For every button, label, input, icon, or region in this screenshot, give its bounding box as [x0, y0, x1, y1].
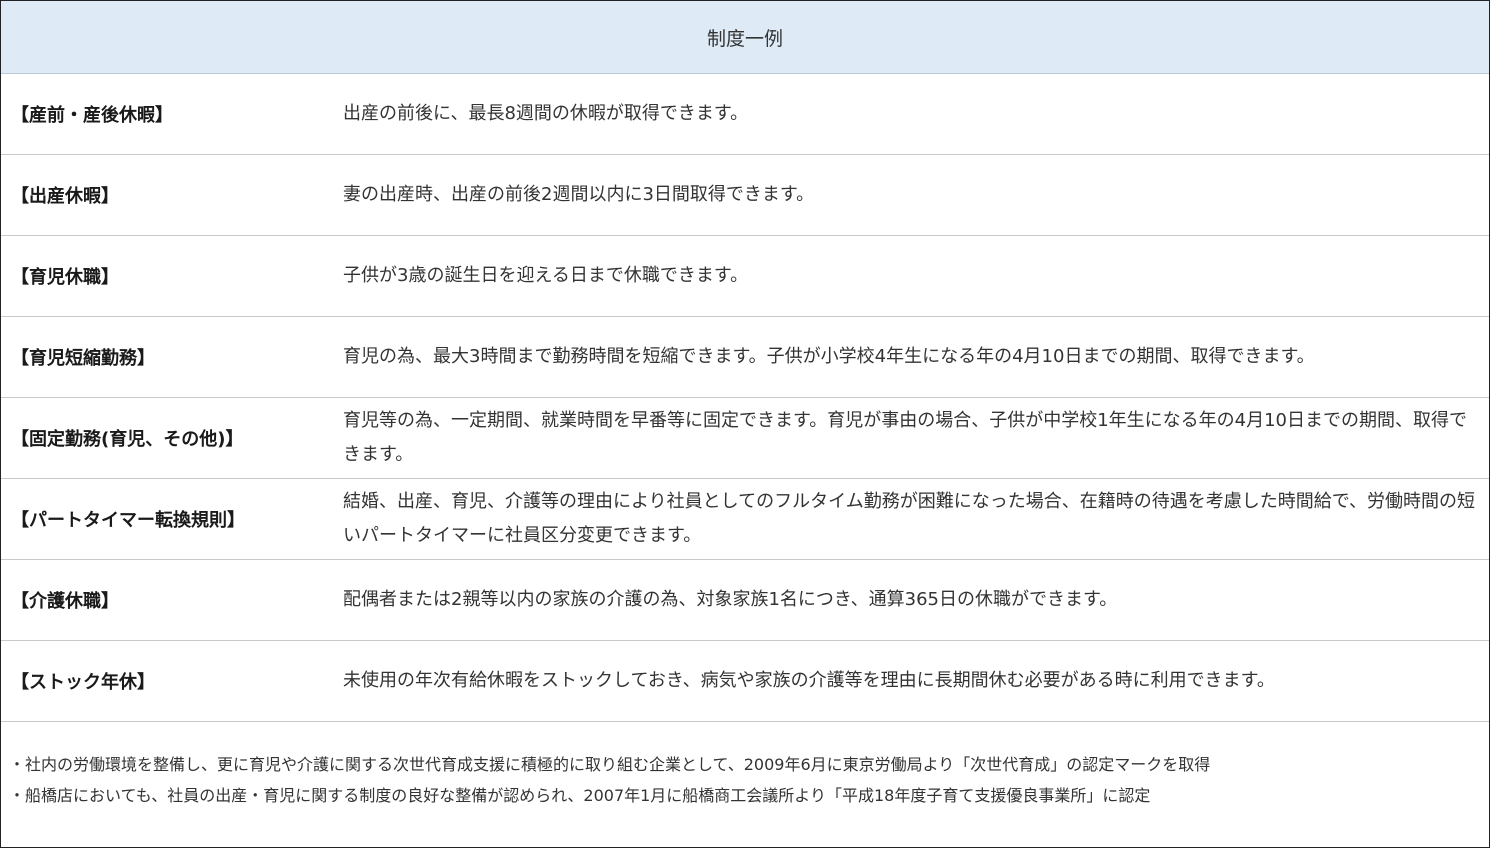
footnote: ・船橋店においても、社員の出産・育児に関する制度の良好な整備が認められ、2007…: [9, 786, 1151, 805]
row-name: 【ストック年休】: [11, 672, 155, 693]
row-name: 【育児休職】: [11, 267, 119, 288]
table-header-title: 制度一例: [706, 27, 783, 50]
row-description: 出産の前後に、最長8週間の休暇が取得できます。: [343, 103, 749, 124]
table-row: 【介護休職】 配偶者または2親等以内の家族の介護の為、対象家族1名につき、通算3…: [1, 560, 1489, 641]
table-row: 【固定勤務(育児、その他)】 育児等の為、一定期間、就業時間を早番等に固定できま…: [1, 398, 1489, 479]
row-description: 子供が3歳の誕生日を迎える日まで休職できます。: [343, 265, 749, 286]
row-name: 【介護休職】: [11, 591, 119, 612]
table-row: 【育児短縮勤務】 育児の為、最大3時間まで勤務時間を短縮できます。子供が小学校4…: [1, 317, 1489, 398]
row-description: 育児等の為、一定期間、就業時間を早番等に固定できます。育児が事由の場合、子供が中…: [343, 410, 1468, 465]
table-row: 【パートタイマー転換規則】 結婚、出産、育児、介護等の理由により社員としてのフル…: [1, 479, 1489, 560]
system-table-panel: 制度一例 【産前・産後休暇】 出産の前後に、最長8週間の休暇が取得できます。 【…: [0, 0, 1490, 848]
footnotes: ・社内の労働環境を整備し、更に育児や介護に関する次世代育成支援に積極的に取り組む…: [1, 722, 1489, 811]
row-description: 未使用の年次有給休暇をストックしておき、病気や家族の介護等を理由に長期間休む必要…: [343, 670, 1275, 691]
row-name: 【パートタイマー転換規則】: [11, 510, 245, 531]
table-row: 【育児休職】 子供が3歳の誕生日を迎える日まで休職できます。: [1, 236, 1489, 317]
table-header: 制度一例: [1, 1, 1489, 74]
row-name: 【産前・産後休暇】: [11, 105, 173, 126]
row-description: 結婚、出産、育児、介護等の理由により社員としてのフルタイム勤務が困難になった場合…: [343, 491, 1476, 546]
row-description: 育児の為、最大3時間まで勤務時間を短縮できます。子供が小学校4年生になる年の4月…: [343, 346, 1315, 367]
row-description: 配偶者または2親等以内の家族の介護の為、対象家族1名につき、通算365日の休職が…: [343, 589, 1118, 610]
table-row: 【出産休暇】 妻の出産時、出産の前後2週間以内に3日間取得できます。: [1, 155, 1489, 236]
row-description: 妻の出産時、出産の前後2週間以内に3日間取得できます。: [343, 184, 815, 205]
row-name: 【育児短縮勤務】: [11, 348, 155, 369]
footnote: ・社内の労働環境を整備し、更に育児や介護に関する次世代育成支援に積極的に取り組む…: [9, 755, 1211, 774]
row-name: 【出産休暇】: [11, 186, 119, 207]
table-row: 【ストック年休】 未使用の年次有給休暇をストックしておき、病気や家族の介護等を理…: [1, 641, 1489, 722]
table-row: 【産前・産後休暇】 出産の前後に、最長8週間の休暇が取得できます。: [1, 74, 1489, 155]
row-name: 【固定勤務(育児、その他)】: [11, 429, 244, 450]
